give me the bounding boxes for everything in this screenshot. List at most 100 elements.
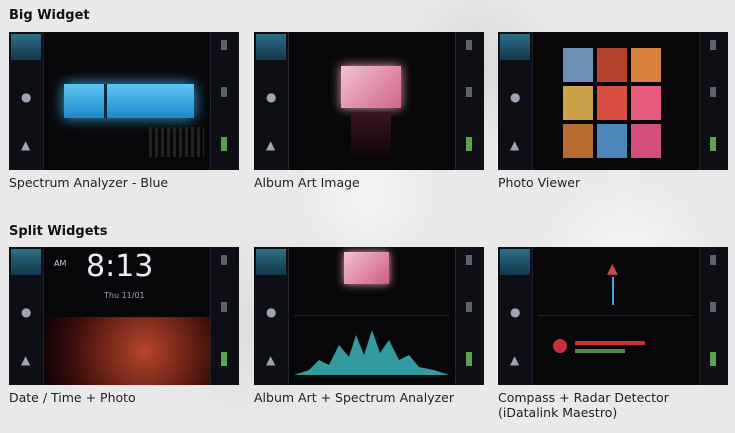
caption: Spectrum Analyzer - Blue bbox=[9, 175, 169, 190]
photo-grid bbox=[563, 48, 661, 158]
caption: Compass + Radar Detector (iDatalink Maes… bbox=[498, 390, 728, 420]
r bbox=[710, 40, 716, 50]
album-art bbox=[341, 66, 401, 108]
tile: ▲ bbox=[256, 132, 286, 158]
content bbox=[44, 32, 211, 170]
wave-icon bbox=[11, 249, 41, 275]
widget-card-album-art-spectrum[interactable]: ● ▲ Album Art + Spectrum Analyzer bbox=[254, 247, 484, 405]
bar-icon bbox=[466, 352, 472, 366]
background-photo bbox=[44, 317, 211, 385]
dot-icon: ● bbox=[510, 90, 521, 104]
dot-icon: ● bbox=[266, 305, 277, 319]
widget-card-spectrum-analyzer-blue[interactable]: ● ▲ Spectrum Analyzer - Blue bbox=[9, 32, 239, 190]
tile: ● bbox=[500, 299, 530, 325]
album-art bbox=[344, 252, 389, 284]
r bbox=[221, 40, 227, 50]
caption: Album Art + Spectrum Analyzer bbox=[254, 390, 454, 405]
content: ▲ bbox=[533, 247, 700, 385]
triangle-icon: ▲ bbox=[266, 138, 276, 152]
content bbox=[533, 32, 700, 170]
r bbox=[221, 302, 227, 312]
radar-alert-icon bbox=[553, 339, 567, 353]
screen-preview: ● ▲ bbox=[254, 32, 484, 170]
widget-card-compass-radar[interactable]: ● ▲ ▲ Compass + Radar Detector (iDatalin… bbox=[498, 247, 728, 420]
tile: ● bbox=[11, 299, 41, 325]
photo-thumb bbox=[631, 124, 661, 158]
radar-band-bar bbox=[575, 349, 625, 353]
left-panel: ● ▲ bbox=[254, 247, 289, 385]
wave-icon bbox=[11, 34, 41, 60]
photo-thumb bbox=[563, 86, 593, 120]
tile: ● bbox=[256, 299, 286, 325]
triangle-icon: ▲ bbox=[510, 353, 520, 367]
bar-icon bbox=[221, 352, 227, 366]
right-panel bbox=[210, 32, 239, 170]
left-panel: ● ▲ bbox=[498, 32, 533, 170]
am-pm-label: AM bbox=[54, 259, 67, 268]
photo-thumb bbox=[597, 86, 627, 120]
wave-icon bbox=[500, 34, 530, 60]
triangle-icon: ▲ bbox=[266, 353, 276, 367]
photo-thumb bbox=[631, 48, 661, 82]
tile: ▲ bbox=[256, 347, 286, 373]
r bbox=[466, 40, 472, 50]
compass-needle-icon: ▲ bbox=[607, 261, 618, 277]
caption: Date / Time + Photo bbox=[9, 390, 136, 405]
wave-icon bbox=[256, 249, 286, 275]
r bbox=[710, 302, 716, 312]
spectrum-wave bbox=[294, 330, 449, 375]
dot-icon: ● bbox=[266, 90, 277, 104]
r bbox=[710, 255, 716, 265]
dot-icon: ● bbox=[510, 305, 521, 319]
tile: ● bbox=[500, 84, 530, 110]
widget-card-date-time-photo[interactable]: ● ▲ AM 8:13 Thu 11/01 Date / Time + Phot… bbox=[9, 247, 239, 405]
section-title-split-widgets: Split Widgets bbox=[9, 224, 108, 239]
radar-signal-bar bbox=[575, 341, 645, 345]
wave-icon bbox=[500, 249, 530, 275]
right-panel bbox=[455, 32, 484, 170]
split-divider bbox=[538, 315, 693, 316]
widget-card-photo-viewer[interactable]: ● ▲ Photo Viewer bbox=[498, 32, 728, 190]
r bbox=[466, 302, 472, 312]
left-panel: ● ▲ bbox=[498, 247, 533, 385]
triangle-icon: ▲ bbox=[21, 353, 31, 367]
art-reflection bbox=[351, 112, 391, 157]
compass-line bbox=[612, 277, 614, 305]
right-panel bbox=[699, 32, 728, 170]
widget-card-album-art-image[interactable]: ● ▲ Album Art Image bbox=[254, 32, 484, 190]
clock-time: 8:13 bbox=[86, 249, 154, 284]
content bbox=[289, 32, 456, 170]
caption-line1: Compass + Radar Detector bbox=[498, 390, 669, 405]
bar-icon bbox=[221, 137, 227, 151]
photo-thumb bbox=[631, 86, 661, 120]
r bbox=[466, 87, 472, 97]
left-panel: ● ▲ bbox=[9, 32, 44, 170]
spectrum-bars bbox=[64, 84, 194, 118]
photo-thumb bbox=[563, 48, 593, 82]
wave-icon bbox=[256, 34, 286, 60]
dot-icon: ● bbox=[21, 305, 32, 319]
split-divider bbox=[294, 315, 449, 316]
right-panel bbox=[699, 247, 728, 385]
triangle-icon: ▲ bbox=[510, 138, 520, 152]
bar-icon bbox=[710, 137, 716, 151]
screen-preview: ● ▲ AM 8:13 Thu 11/01 bbox=[9, 247, 239, 385]
content bbox=[289, 247, 456, 385]
bar-icon bbox=[466, 137, 472, 151]
right-panel bbox=[210, 247, 239, 385]
tile: ● bbox=[256, 84, 286, 110]
tile: ▲ bbox=[11, 347, 41, 373]
photo-thumb bbox=[597, 48, 627, 82]
left-panel: ● ▲ bbox=[254, 32, 289, 170]
caption-line2: (iDatalink Maestro) bbox=[498, 405, 618, 420]
caption: Photo Viewer bbox=[498, 175, 581, 190]
screen-preview: ● ▲ bbox=[254, 247, 484, 385]
dot-icon: ● bbox=[21, 90, 32, 104]
eq-grid bbox=[149, 127, 204, 157]
r bbox=[710, 87, 716, 97]
content: AM 8:13 Thu 11/01 bbox=[44, 247, 211, 385]
screen-preview: ● ▲ bbox=[9, 32, 239, 170]
tile: ● bbox=[11, 84, 41, 110]
section-title-big-widget: Big Widget bbox=[9, 8, 90, 23]
photo-thumb bbox=[597, 124, 627, 158]
